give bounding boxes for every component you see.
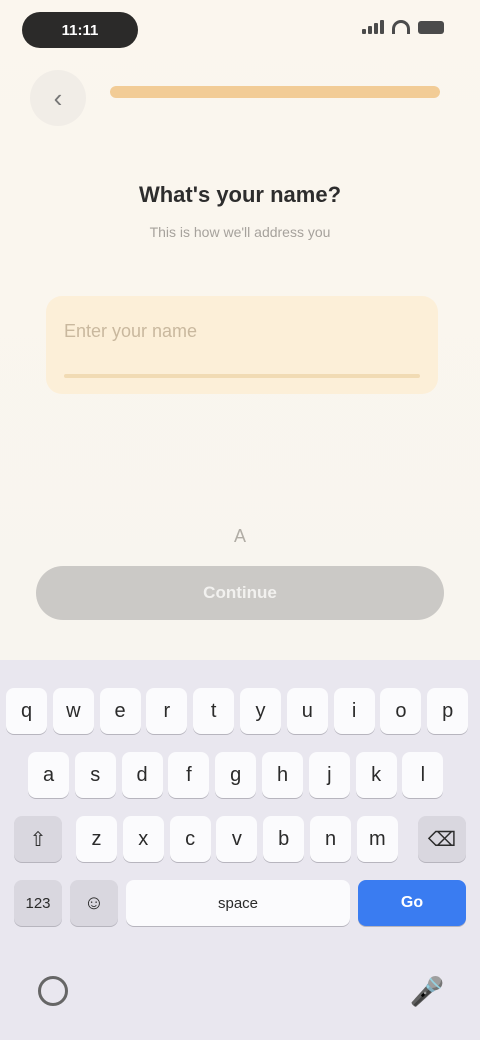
key-j[interactable]: j — [308, 752, 350, 798]
delete-key[interactable]: ⌫ — [418, 816, 466, 862]
name-input[interactable] — [64, 316, 420, 346]
key-i[interactable]: i — [333, 688, 375, 734]
key-h[interactable]: h — [262, 752, 303, 798]
shift-key[interactable]: ⇧ — [14, 816, 62, 862]
key-t[interactable]: t — [193, 688, 235, 734]
progress-fill — [110, 86, 440, 98]
key-m[interactable]: m — [356, 816, 398, 862]
progress-bar — [110, 86, 440, 98]
key-s[interactable]: s — [74, 752, 116, 798]
hint-text: A — [233, 526, 246, 546]
numbers-key[interactable]: 123 — [14, 880, 62, 926]
battery-icon — [418, 20, 444, 34]
status-time: 11:11 — [22, 12, 138, 48]
key-e[interactable]: e — [99, 688, 141, 734]
signal-icon — [362, 20, 384, 34]
keyboard-row-1: qwertyuiop — [0, 688, 480, 734]
page-title: What's your name? — [138, 182, 342, 207]
key-p[interactable]: p — [427, 688, 469, 734]
key-w[interactable]: w — [52, 688, 94, 734]
keyboard-row-3: ⇧ ⌫ zxcvbnm — [0, 816, 480, 862]
back-button[interactable]: ‹ — [30, 70, 86, 126]
key-n[interactable]: n — [310, 816, 351, 862]
continue-button[interactable]: Continue — [36, 566, 444, 620]
key-x[interactable]: x — [122, 816, 164, 862]
key-r[interactable]: r — [146, 688, 188, 734]
keyboard-row-4: 123 ☺ space Go — [0, 880, 480, 926]
key-y[interactable]: y — [240, 688, 281, 734]
status-icons — [362, 20, 444, 34]
key-a[interactable]: a — [28, 752, 69, 798]
key-l[interactable]: l — [402, 752, 444, 798]
key-g[interactable]: g — [215, 752, 257, 798]
key-q[interactable]: q — [6, 688, 47, 734]
key-k[interactable]: k — [355, 752, 397, 798]
keyboard: qwertyuiop asdfghjkl ⇧ ⌫ zxcvbnm 123 ☺ s… — [0, 660, 480, 1040]
key-b[interactable]: b — [263, 816, 305, 862]
key-f[interactable]: f — [168, 752, 210, 798]
go-key[interactable]: Go — [358, 880, 466, 926]
input-underline — [64, 374, 420, 378]
app-screen: 11:11 ‹ What's your name? This is how we… — [0, 0, 480, 660]
status-bar: 11:11 — [0, 0, 480, 60]
key-v[interactable]: v — [216, 816, 258, 862]
key-c[interactable]: c — [169, 816, 211, 862]
globe-icon[interactable] — [34, 972, 72, 1010]
microphone-icon[interactable]: 🎤 — [408, 972, 446, 1010]
key-d[interactable]: d — [121, 752, 163, 798]
space-key[interactable]: space — [126, 880, 350, 926]
page-subtitle: This is how we'll address you — [149, 224, 331, 240]
key-z[interactable]: z — [76, 816, 117, 862]
chevron-left-icon: ‹ — [53, 82, 63, 113]
key-u[interactable]: u — [286, 688, 328, 734]
wifi-icon — [392, 20, 410, 34]
key-o[interactable]: o — [380, 688, 422, 734]
emoji-key[interactable]: ☺ — [70, 880, 118, 926]
name-input-card[interactable] — [46, 296, 438, 394]
keyboard-row-2: asdfghjkl — [0, 752, 480, 798]
